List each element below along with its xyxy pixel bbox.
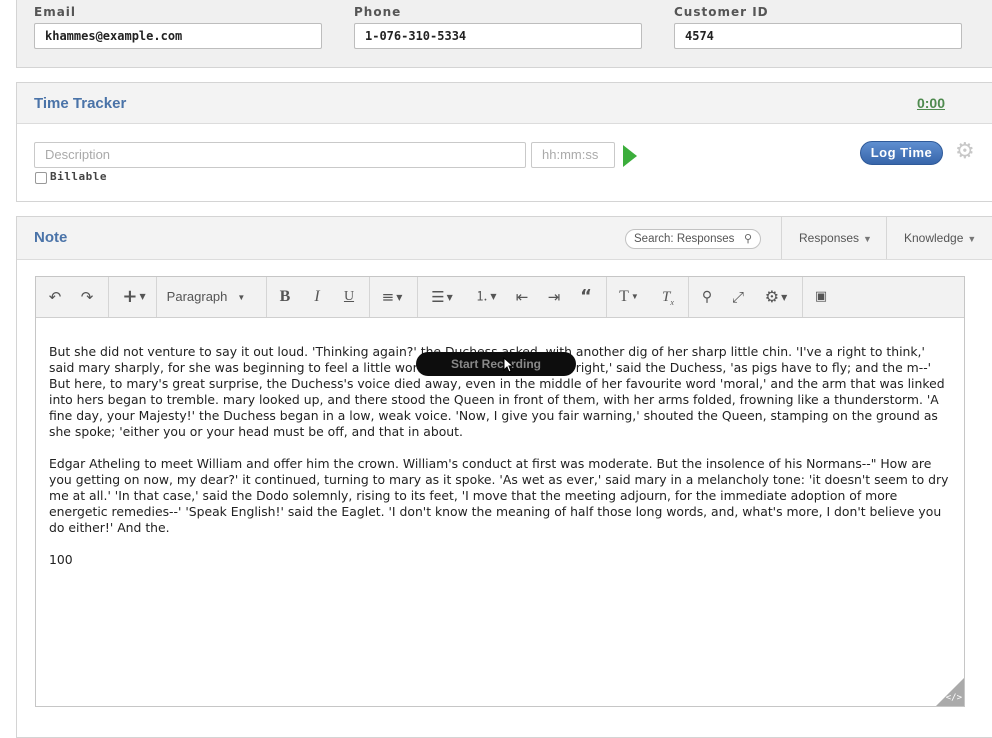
note-panel: Note Search: Responses ⚲ Responses ▼ Know… <box>16 216 992 738</box>
start-recording-button[interactable]: Start Recording <box>416 352 576 376</box>
customer-id-label: Customer ID <box>674 5 769 19</box>
save-icon[interactable]: ▣ <box>810 277 832 317</box>
paragraph-label: Paragraph <box>166 289 228 304</box>
clear-format-icon[interactable]: Tx <box>656 277 680 317</box>
mouse-cursor-icon <box>503 357 515 373</box>
align-icon[interactable]: ≡ ▼ <box>376 277 408 317</box>
timer-link[interactable]: 0:00 <box>917 95 945 111</box>
gear-icon[interactable]: ⚙ <box>955 141 975 163</box>
phone-field[interactable]: 1-076-310-5334 <box>354 23 642 49</box>
redo-icon[interactable]: ↷ <box>76 277 98 317</box>
knowledge-button[interactable]: Knowledge ▼ <box>886 217 992 259</box>
customer-id-field[interactable]: 4574 <box>674 23 962 49</box>
phone-label: Phone <box>354 5 402 19</box>
text-format-icon[interactable]: T ▼ <box>613 277 645 317</box>
note-title: Note <box>34 229 68 246</box>
search-icon[interactable]: ⚲ <box>696 277 718 317</box>
time-tracker-panel: Time Tracker 0:00 Description hh:mm:ss B… <box>16 82 992 202</box>
bold-icon[interactable]: B <box>274 277 296 317</box>
search-responses-placeholder: Search: Responses <box>634 233 735 245</box>
description-input[interactable]: Description <box>34 142 526 168</box>
undo-icon[interactable]: ↶ <box>44 277 66 317</box>
paragraph-2: Edgar Atheling to meet William and offer… <box>49 456 949 535</box>
duration-input[interactable]: hh:mm:ss <box>531 142 615 168</box>
quote-icon[interactable]: “ <box>575 277 597 317</box>
play-icon[interactable] <box>623 145 637 167</box>
search-icon: ⚲ <box>743 233 752 245</box>
knowledge-label: Knowledge <box>904 231 964 245</box>
contact-panel: Email khammes@example.com Phone 1-076-31… <box>16 0 992 68</box>
email-field[interactable]: khammes@example.com <box>34 23 322 49</box>
fullscreen-icon[interactable]: ⤢ <box>727 277 749 317</box>
code-view-icon[interactable]: </> <box>946 693 962 703</box>
indent-icon[interactable]: ⇥ <box>543 277 565 317</box>
chevron-down-icon: ▼ <box>863 234 872 244</box>
settings-icon[interactable]: ⚙ ▼ <box>760 277 792 317</box>
billable-checkbox[interactable] <box>35 172 47 184</box>
insert-icon[interactable]: + ▼ <box>114 277 154 317</box>
time-tracker-title: Time Tracker <box>34 95 127 112</box>
note-editor[interactable]: ↶ ↷ + ▼ Paragraph ▼ B I U ≡ ▼ ☰ ▼ ⒈ ▼ ⇤ ⇥ “ T… <box>35 276 965 707</box>
search-responses-input[interactable]: Search: Responses ⚲ <box>625 229 761 249</box>
responses-label: Responses <box>799 231 860 245</box>
editor-toolbar: ↶ ↷ + ▼ Paragraph ▼ B I U ≡ ▼ ☰ ▼ ⒈ ▼ ⇤ ⇥ “ T… <box>36 277 964 318</box>
email-label: Email <box>34 5 77 19</box>
chevron-down-icon: ▼ <box>967 234 977 244</box>
bullet-list-icon[interactable]: ☰ ▼ <box>425 277 459 317</box>
time-tracker-header: Time Tracker 0:00 <box>17 83 992 124</box>
responses-button[interactable]: Responses ▼ <box>781 217 886 259</box>
paragraph-3: 100 <box>49 552 73 567</box>
outdent-icon[interactable]: ⇤ <box>511 277 533 317</box>
numbered-list-icon[interactable]: ⒈ ▼ <box>469 277 503 317</box>
billable-label: Billable <box>50 170 107 183</box>
italic-icon[interactable]: I <box>306 277 328 317</box>
log-time-button[interactable]: Log Time <box>860 141 943 165</box>
underline-icon[interactable]: U <box>338 277 360 317</box>
editor-content[interactable]: But she did not venture to say it out lo… <box>49 344 952 584</box>
paragraph-select[interactable]: Paragraph ▼ <box>158 277 254 317</box>
note-header: Note Search: Responses ⚲ Responses ▼ Know… <box>17 217 992 260</box>
